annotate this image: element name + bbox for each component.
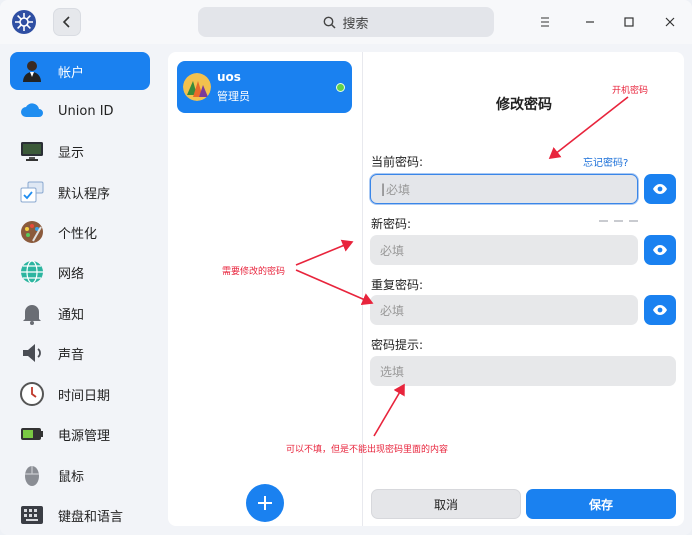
forgot-password-link[interactable]: 忘记密码?: [583, 154, 628, 169]
maximize-button[interactable]: [618, 11, 640, 33]
clock-icon: [18, 380, 46, 408]
annotation-need-modify: 需要修改的密码: [222, 267, 286, 277]
sidebar-item-sound[interactable]: 声音: [10, 334, 150, 372]
add-account-button[interactable]: [246, 484, 284, 522]
cloud-icon: [18, 97, 46, 125]
account-card-uos[interactable]: uos 管理员: [177, 61, 352, 113]
monitor-icon: [18, 137, 46, 165]
cancel-button[interactable]: 取消: [371, 489, 521, 519]
sidebar-item-label: 时间日期: [58, 388, 111, 404]
sidebar-item-label: 键盘和语言: [58, 509, 124, 525]
sidebar-item-label: 显示: [58, 145, 85, 161]
show-repeat-password-button[interactable]: [644, 295, 676, 325]
eye-icon: [653, 184, 667, 194]
sidebar-item-mouse[interactable]: 鼠标: [10, 456, 150, 494]
sidebar-item-label: 电源管理: [58, 428, 111, 444]
search-input[interactable]: 搜索: [198, 7, 494, 37]
annotation-hint-note: 可以不填，但是不能出现密码里面的内容: [286, 445, 449, 455]
search-placeholder: 搜索: [342, 16, 369, 32]
sidebar-item-label: 帐户: [58, 65, 85, 81]
repeat-password-placeholder: 必填: [380, 303, 405, 318]
sidebar-item-display[interactable]: 显示: [10, 132, 150, 170]
battery-icon: [18, 420, 46, 448]
back-button[interactable]: [53, 8, 81, 36]
account-name: uos: [217, 70, 241, 84]
new-password-label: 新密码:: [371, 217, 412, 231]
sidebar-item-label: 默认程序: [58, 186, 111, 202]
password-hint-placeholder: 选填: [380, 364, 405, 379]
keyboard-icon: [18, 501, 46, 529]
hamburger-menu-icon: [541, 17, 549, 27]
sidebar-item-label: 通知: [58, 307, 85, 323]
eye-icon: [653, 245, 667, 255]
sidebar-item-date-time[interactable]: 时间日期: [10, 375, 150, 413]
sidebar-item-network[interactable]: 网络: [10, 253, 150, 291]
sidebar-item-union-id[interactable]: Union ID: [10, 92, 150, 130]
save-button[interactable]: 保存: [526, 489, 676, 519]
current-password-placeholder: 必填: [386, 182, 411, 197]
sidebar-item-personalization[interactable]: 个性化: [10, 213, 150, 251]
new-password-placeholder: 必填: [380, 243, 405, 258]
close-icon: [665, 17, 675, 27]
menu-button[interactable]: [534, 11, 556, 33]
show-new-password-button[interactable]: [644, 235, 676, 265]
current-password-input[interactable]: | 必填: [370, 174, 638, 204]
minimize-button[interactable]: [579, 11, 601, 33]
password-strength-indicator: [599, 220, 638, 222]
user-account-icon: [18, 57, 46, 85]
sidebar-item-default-apps[interactable]: 默认程序: [10, 173, 150, 211]
online-status-dot: [336, 83, 345, 92]
annotation-boot-password: 开机密码: [612, 86, 649, 96]
close-button[interactable]: [659, 11, 681, 33]
bell-icon: [18, 299, 46, 327]
sidebar-item-label: Union ID: [58, 103, 114, 119]
page-title: 修改密码: [496, 97, 552, 113]
sidebar-item-power[interactable]: 电源管理: [10, 415, 150, 453]
plus-icon: [258, 496, 272, 510]
current-password-label: 当前密码:: [371, 155, 424, 169]
sidebar: 帐户 Union ID 显示 默认程序 个性化 网络 通知 声音 时间日期 电源…: [0, 44, 160, 535]
avatar: [183, 73, 211, 101]
show-current-password-button[interactable]: [644, 174, 676, 204]
password-hint-label: 密码提示:: [371, 338, 424, 352]
control-center-window: 搜索 帐户 Union ID 显示 默认程序 个性化 网络 通知 声音 时间日期…: [0, 0, 692, 535]
repeat-password-label: 重复密码:: [371, 278, 424, 292]
eye-icon: [653, 305, 667, 315]
search-icon: [323, 16, 337, 29]
repeat-password-input[interactable]: 必填: [370, 295, 638, 325]
speaker-icon: [18, 339, 46, 367]
sidebar-item-label: 网络: [58, 266, 85, 282]
maximize-icon: [624, 17, 634, 27]
sidebar-item-keyboard-language[interactable]: 键盘和语言: [10, 496, 150, 534]
sidebar-item-label: 鼠标: [58, 469, 85, 485]
sidebar-item-accounts[interactable]: 帐户: [10, 52, 150, 90]
sidebar-item-notifications[interactable]: 通知: [10, 294, 150, 332]
sidebar-item-label: 声音: [58, 347, 85, 363]
account-role: 管理员: [217, 90, 250, 103]
sidebar-item-label: 个性化: [58, 226, 98, 242]
palette-icon: [18, 218, 46, 246]
minimize-icon: [586, 21, 594, 23]
app-logo-icon: [12, 10, 36, 34]
mouse-icon: [18, 461, 46, 489]
title-bar: 搜索: [0, 0, 692, 44]
network-globe-icon: [18, 258, 46, 286]
password-hint-input[interactable]: 选填: [370, 356, 676, 386]
default-apps-icon: [18, 178, 46, 206]
chevron-left-icon: [62, 16, 70, 28]
new-password-input[interactable]: 必填: [370, 235, 638, 265]
